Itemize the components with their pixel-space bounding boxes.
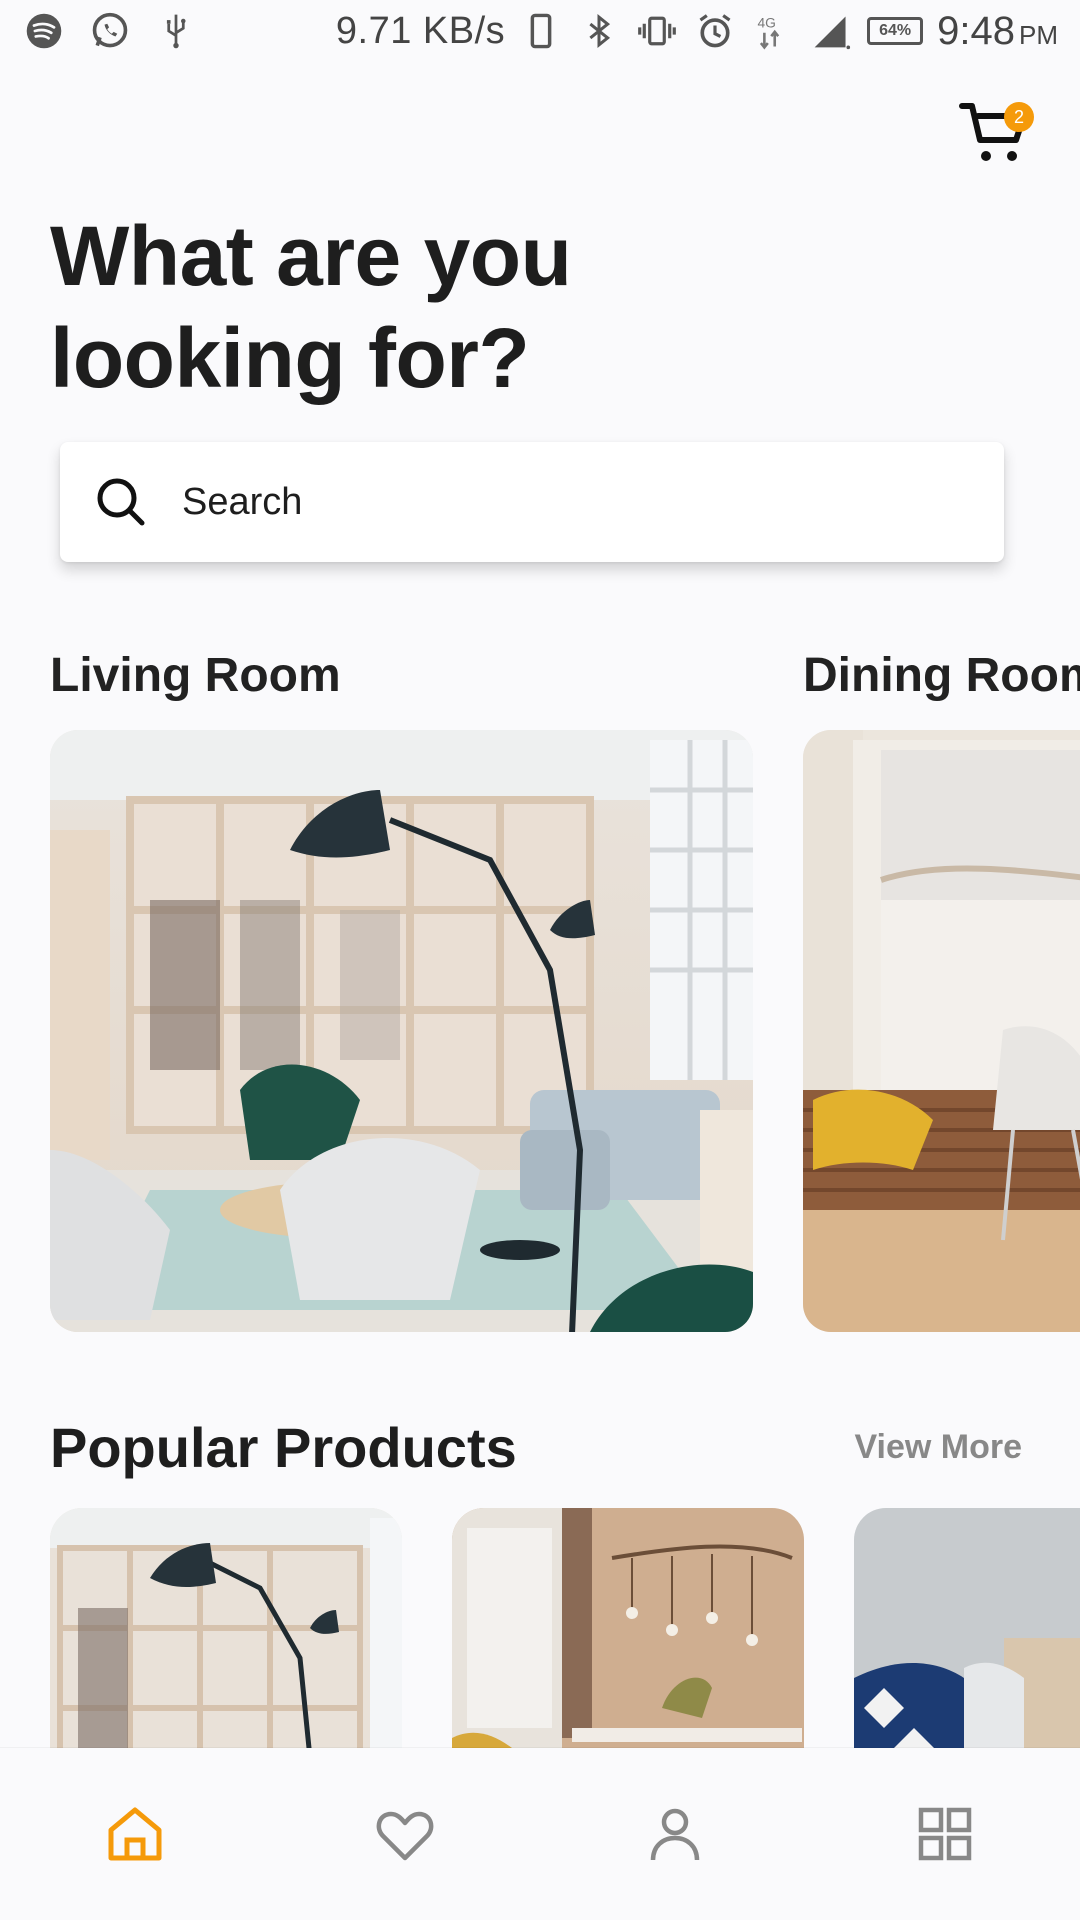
heart-icon [376, 1811, 434, 1861]
cart-button[interactable]: 2 [958, 96, 1034, 168]
bluetooth-icon [577, 9, 621, 53]
category-title-dining-room: Dining Room [803, 649, 1080, 702]
view-more-link[interactable]: View More [854, 1428, 1022, 1467]
grid-icon [918, 1807, 972, 1861]
svg-text:4G: 4G [758, 15, 776, 31]
nav-profile[interactable] [540, 1748, 810, 1920]
spotify-icon [22, 9, 66, 53]
nav-favorites[interactable] [270, 1748, 540, 1920]
status-bar: 9.71 KB/s 4G 64% 9:48 PM [0, 0, 1080, 62]
phone-icon [519, 9, 563, 53]
search-icon [97, 478, 145, 526]
nav-categories[interactable] [810, 1748, 1080, 1920]
usb-icon [154, 9, 198, 53]
vibrate-icon [635, 9, 679, 53]
mobile-data-icon: 4G [751, 9, 795, 53]
alarm-icon [693, 9, 737, 53]
living-room-image [50, 730, 753, 1332]
search-input[interactable]: Search [60, 442, 1004, 562]
bottom-navigation [0, 1748, 1080, 1920]
category-title-living-room: Living Room [50, 649, 341, 702]
clock-time: 9:48 [937, 8, 1015, 53]
popular-products-title: Popular Products [50, 1416, 517, 1479]
home-icon [108, 1807, 162, 1861]
page-title: What are you looking for? [50, 209, 572, 405]
search-placeholder: Search [182, 480, 303, 523]
whatsapp-icon [88, 9, 132, 53]
battery-icon: 64% [867, 17, 924, 45]
signal-icon [809, 9, 853, 53]
category-card-dining-room[interactable] [803, 730, 1080, 1332]
dining-room-image [803, 730, 1080, 1332]
cart-count-badge: 2 [1004, 102, 1034, 132]
nav-home[interactable] [0, 1748, 270, 1920]
network-speed: 9.71 KB/s [335, 9, 506, 52]
clock-period: PM [1019, 19, 1058, 50]
category-card-living-room[interactable] [50, 730, 753, 1332]
clock: 9:48 PM [937, 9, 1058, 54]
user-icon [650, 1808, 700, 1861]
